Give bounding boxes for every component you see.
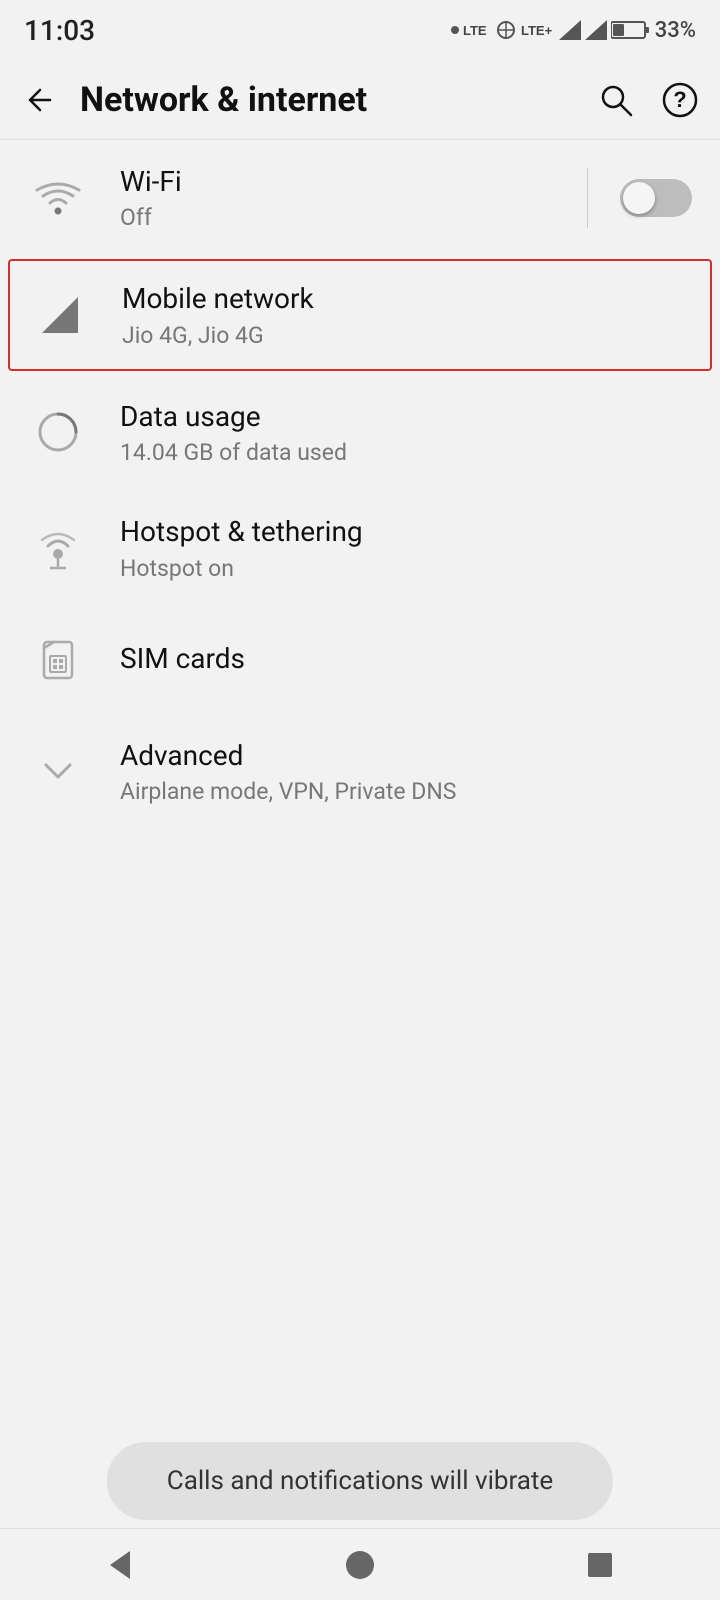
nav-bar (0, 1528, 720, 1600)
nav-back-button[interactable] (90, 1535, 150, 1595)
sim-cards-content: SIM cards (120, 641, 692, 677)
mobile-network-subtitle: Jio 4G, Jio 4G (122, 322, 690, 349)
sim-cards-title: SIM cards (120, 641, 692, 677)
status-dot (451, 26, 459, 34)
mobile-network-title: Mobile network (122, 281, 690, 317)
wifi-icon (34, 178, 82, 218)
battery-icon (611, 20, 651, 40)
mobile-network-item[interactable]: Mobile network Jio 4G, Jio 4G (8, 259, 712, 370)
wifi-subtitle: Off (120, 204, 571, 231)
wifi-item-icon (28, 168, 88, 228)
page-title: Network & internet (80, 80, 576, 120)
help-button[interactable]: ? (656, 76, 704, 124)
data-usage-icon-wrap (28, 402, 88, 462)
mobile-network-icon (30, 285, 90, 345)
nav-recent-icon (584, 1549, 616, 1581)
advanced-icon-wrap (28, 741, 88, 801)
wifi-toggle-thumb (623, 182, 655, 214)
lte-call-icon: LTE (463, 19, 491, 41)
wifi-small-icon (495, 20, 517, 40)
hotspot-item[interactable]: Hotspot & tethering Hotspot on (0, 490, 720, 605)
hotspot-icon (34, 524, 82, 572)
app-bar: Network & internet ? (0, 60, 720, 140)
data-usage-icon (34, 408, 82, 456)
wifi-toggle-switch[interactable] (620, 179, 692, 217)
toast-bar: Calls and notifications will vibrate (107, 1442, 613, 1520)
nav-home-button[interactable] (330, 1535, 390, 1595)
sim-icon-wrap (28, 630, 88, 690)
svg-text:LTE: LTE (463, 23, 487, 38)
wifi-title: Wi-Fi (120, 164, 571, 200)
status-bar: 11:03 LTE LTE+ 33% (0, 0, 720, 60)
hotspot-subtitle: Hotspot on (120, 555, 692, 582)
toast-text: Calls and notifications will vibrate (167, 1466, 553, 1496)
nav-back-icon (102, 1547, 138, 1583)
back-button[interactable] (16, 76, 64, 124)
advanced-content: Advanced Airplane mode, VPN, Private DNS (120, 738, 692, 805)
svg-text:?: ? (673, 87, 686, 112)
advanced-subtitle: Airplane mode, VPN, Private DNS (120, 778, 692, 805)
wifi-item[interactable]: Wi-Fi Off (0, 140, 720, 255)
back-arrow-icon (24, 84, 56, 116)
hotspot-icon-wrap (28, 518, 88, 578)
data-usage-title: Data usage (120, 399, 692, 435)
wifi-item-content: Wi-Fi Off (120, 164, 571, 231)
sim-cards-item[interactable]: SIM cards (0, 606, 720, 714)
signal-bars-1-icon (559, 20, 581, 40)
search-icon (598, 82, 634, 118)
settings-list: Wi-Fi Off Mobile network Jio 4G, Jio 4G (0, 140, 720, 829)
search-button[interactable] (592, 76, 640, 124)
data-usage-item[interactable]: Data usage 14.04 GB of data used (0, 375, 720, 490)
advanced-title: Advanced (120, 738, 692, 774)
battery-percent: 33% (655, 18, 696, 43)
lte-icon: LTE+ (521, 19, 555, 41)
data-usage-content: Data usage 14.04 GB of data used (120, 399, 692, 466)
signal-bars-2-icon (585, 20, 607, 40)
status-icons: LTE LTE+ 33% (451, 18, 696, 43)
advanced-item[interactable]: Advanced Airplane mode, VPN, Private DNS (0, 714, 720, 829)
nav-recent-button[interactable] (570, 1535, 630, 1595)
help-icon: ? (662, 82, 698, 118)
status-time: 11:03 (24, 14, 95, 47)
sim-icon (36, 638, 80, 682)
hotspot-title: Hotspot & tethering (120, 514, 692, 550)
mobile-network-content: Mobile network Jio 4G, Jio 4G (122, 281, 690, 348)
wifi-divider (587, 168, 588, 228)
mobile-signal-icon (38, 293, 82, 337)
nav-home-icon (344, 1549, 376, 1581)
hotspot-content: Hotspot & tethering Hotspot on (120, 514, 692, 581)
data-usage-subtitle: 14.04 GB of data used (120, 439, 692, 466)
wifi-toggle[interactable] (620, 179, 692, 217)
chevron-down-icon (36, 749, 80, 793)
svg-text:LTE+: LTE+ (521, 23, 553, 38)
